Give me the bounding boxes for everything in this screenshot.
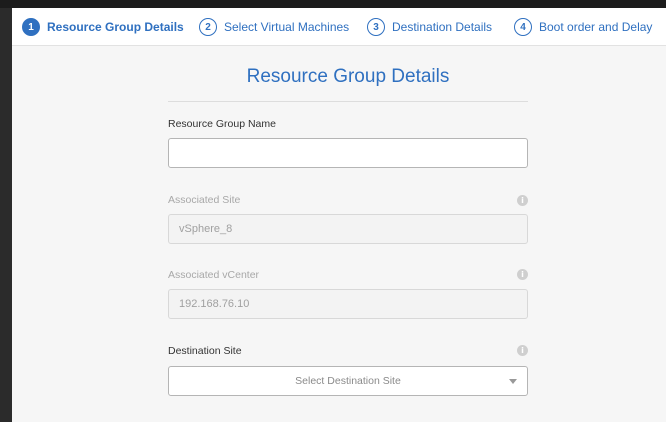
step-label: Boot order and Delay bbox=[539, 20, 653, 34]
step-number-badge: 2 bbox=[199, 18, 217, 36]
window-top-bar bbox=[0, 0, 666, 8]
associated-vcenter-field: 192.168.76.10 bbox=[168, 289, 528, 319]
title-divider bbox=[168, 101, 528, 102]
wizard-stepper: 1 Resource Group Details 2 Select Virtua… bbox=[12, 8, 666, 46]
destination-site-select[interactable]: Select Destination Site bbox=[168, 366, 528, 396]
step-label: Select Virtual Machines bbox=[224, 20, 350, 34]
form-title: Resource Group Details bbox=[246, 66, 450, 87]
chevron-down-icon bbox=[509, 379, 517, 384]
step-boot-order-and-delay[interactable]: 4 Boot order and Delay bbox=[514, 8, 652, 46]
wizard-panel: 1 Resource Group Details 2 Select Virtua… bbox=[12, 8, 666, 422]
step-number-badge: 4 bbox=[514, 18, 532, 36]
info-icon[interactable]: i bbox=[517, 345, 528, 356]
step-resource-group-details[interactable]: 1 Resource Group Details bbox=[22, 8, 184, 46]
destination-site-placeholder: Select Destination Site bbox=[295, 375, 401, 387]
window-left-edge bbox=[0, 8, 12, 422]
step-label: Resource Group Details bbox=[47, 20, 184, 34]
step-label: Destination Details bbox=[392, 20, 493, 34]
associated-site-label: Associated Site bbox=[168, 194, 241, 206]
associated-site-field: vSphere_8 bbox=[168, 214, 528, 244]
info-icon[interactable]: i bbox=[517, 195, 528, 206]
destination-site-label: Destination Site bbox=[168, 345, 242, 357]
step-number-badge: 1 bbox=[22, 18, 40, 36]
associated-vcenter-label: Associated vCenter bbox=[168, 269, 260, 281]
step-destination-details[interactable]: 3 Destination Details bbox=[367, 8, 492, 46]
info-icon[interactable]: i bbox=[517, 269, 528, 280]
resource-group-name-input[interactable] bbox=[168, 138, 528, 168]
step-number-badge: 3 bbox=[367, 18, 385, 36]
associated-site-value: vSphere_8 bbox=[179, 223, 233, 235]
resource-group-name-label: Resource Group Name bbox=[168, 118, 276, 130]
step-select-virtual-machines[interactable]: 2 Select Virtual Machines bbox=[199, 8, 349, 46]
associated-vcenter-value: 192.168.76.10 bbox=[179, 298, 250, 310]
